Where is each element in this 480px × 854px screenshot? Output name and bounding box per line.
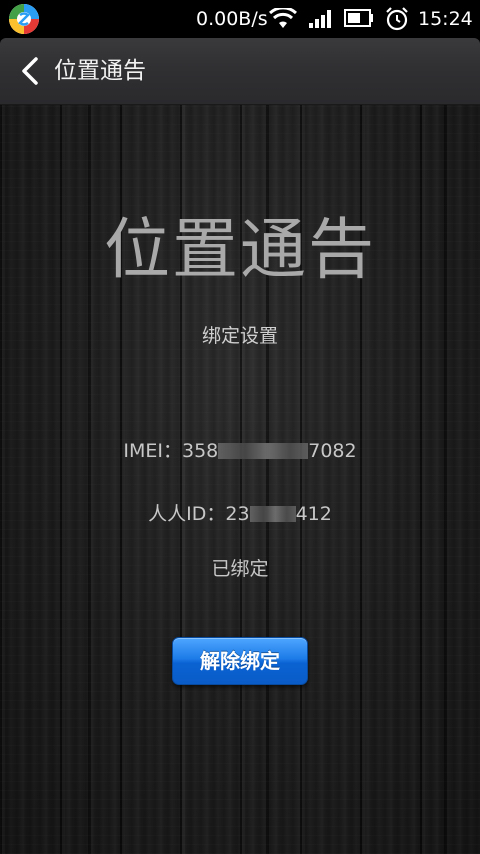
renren-id-suffix: 412 xyxy=(295,503,332,525)
redacted-imei-block xyxy=(218,443,309,459)
main-content: 位置通告 绑定设置 IMEI：358 7082 人人ID：23 412 已绑定 解除… xyxy=(0,105,480,854)
page-title: 位置通告 xyxy=(54,58,146,84)
imei-suffix: 7082 xyxy=(308,440,357,462)
status-clock: 15:24 xyxy=(418,8,473,30)
binding-settings-label: 绑定设置 xyxy=(201,325,278,347)
title-bar: 位置通告 xyxy=(0,38,480,105)
redacted-renren-id-block xyxy=(249,506,296,522)
app-heading: 位置通告 xyxy=(104,211,376,288)
signal-icon xyxy=(309,10,331,28)
battery-icon xyxy=(344,9,373,27)
status-bar: 0.00B/s 15:24 xyxy=(0,0,480,38)
bound-status: 已绑定 xyxy=(211,558,269,580)
alarm-icon xyxy=(386,7,408,31)
app-logo-icon xyxy=(9,4,39,34)
imei-line: IMEI：358 7082 xyxy=(0,439,480,463)
chevron-left-icon xyxy=(22,57,38,85)
wifi-icon xyxy=(269,8,297,28)
unbind-button[interactable]: 解除绑定 xyxy=(172,637,308,685)
imei-prefix: IMEI：358 xyxy=(123,440,219,462)
renren-id-line: 人人ID：23 412 xyxy=(0,502,480,526)
network-speed: 0.00B/s xyxy=(196,8,268,30)
back-button[interactable] xyxy=(14,54,46,88)
renren-id-prefix: 人人ID：23 xyxy=(148,503,250,525)
